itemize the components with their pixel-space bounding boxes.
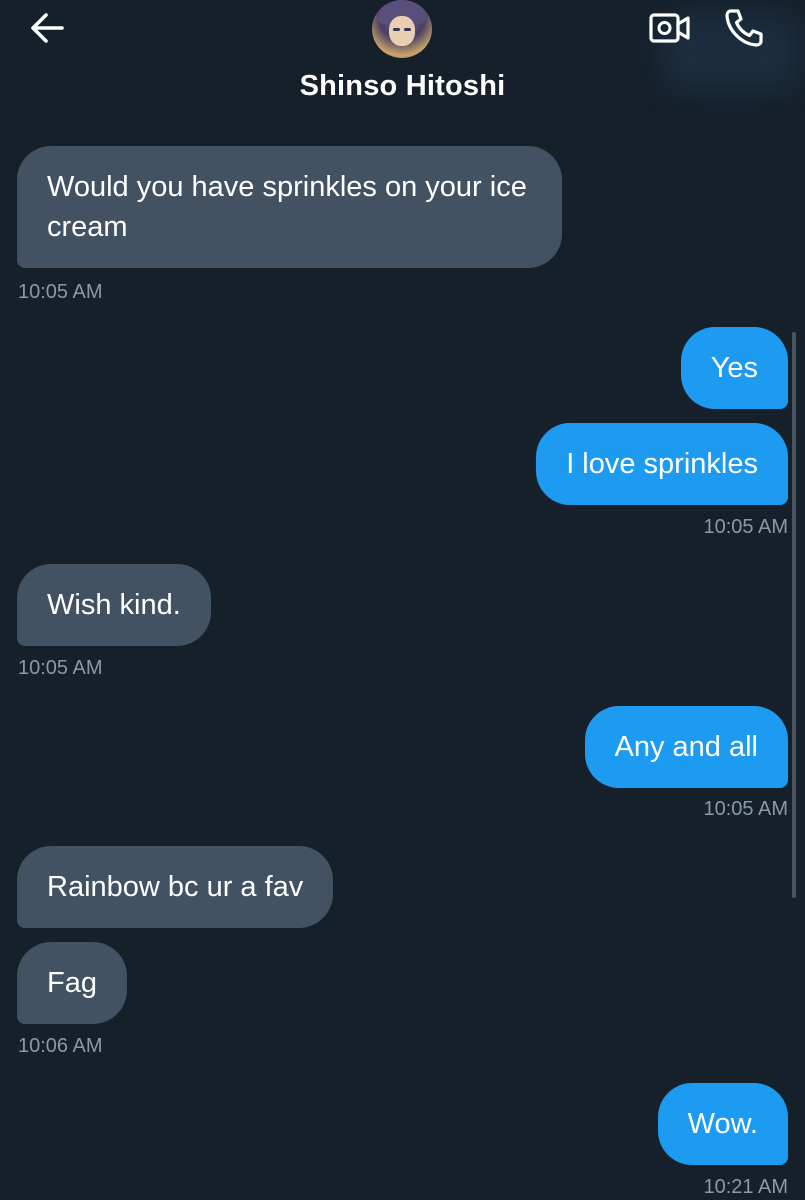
back-button[interactable] (28, 10, 68, 46)
message-timestamp: 10:05 AM (18, 657, 103, 679)
message-timestamp: 10:06 AM (18, 1035, 103, 1057)
avatar[interactable] (372, 0, 432, 58)
message-bubble-outgoing[interactable]: Any and all (584, 706, 788, 788)
phone-icon (725, 9, 763, 47)
message-bubble-outgoing[interactable]: Yes (680, 327, 788, 409)
message-bubble-incoming[interactable]: Wish kind. (17, 564, 211, 646)
arrow-left-icon (31, 13, 64, 43)
message-bubble-outgoing[interactable]: I love sprinkles (536, 423, 788, 505)
message-bubble-outgoing[interactable]: Wow. (657, 1083, 788, 1165)
contact-name[interactable]: Shinso Hitoshi (0, 70, 805, 103)
scrollbar[interactable] (792, 332, 796, 898)
message-timestamp: 10:05 AM (18, 281, 103, 303)
video-call-button[interactable] (648, 10, 692, 46)
message-bubble-incoming[interactable]: Fag (17, 942, 127, 1024)
message-timestamp: 10:05 AM (703, 516, 788, 538)
message-timestamp: 10:21 AM (703, 1176, 788, 1198)
conversation-header: Shinso Hitoshi (0, 0, 805, 120)
video-camera-icon (649, 13, 690, 43)
voice-call-button[interactable] (722, 6, 766, 50)
message-bubble-incoming[interactable]: Would you have sprinkles on your ice cre… (17, 146, 562, 268)
message-bubble-incoming[interactable]: Rainbow bc ur a fav (17, 846, 334, 928)
message-timestamp: 10:05 AM (703, 798, 788, 820)
